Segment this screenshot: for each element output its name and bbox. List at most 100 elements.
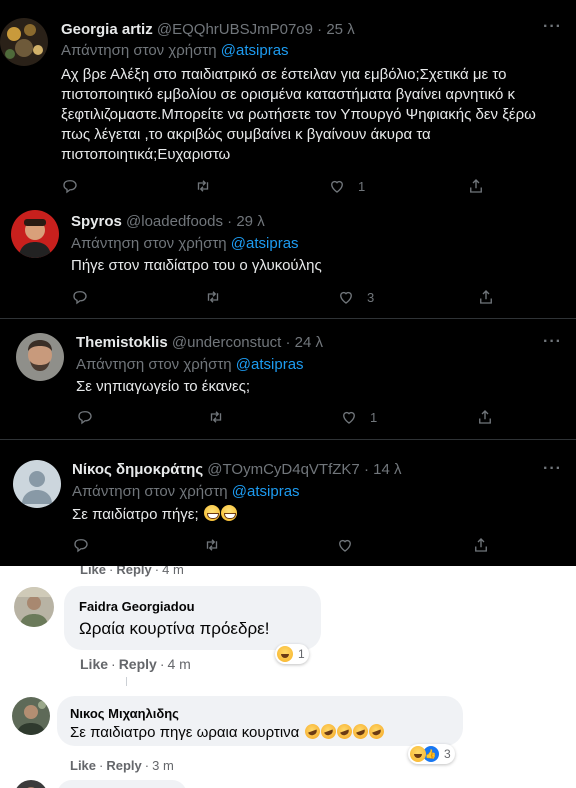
author-handle[interactable]: @underconstuct [172,334,281,351]
separator-dot: · [363,461,369,478]
avatar[interactable] [16,333,64,381]
retweet-icon [210,411,222,423]
reply-link[interactable]: Reply [116,566,151,577]
reply-button[interactable] [61,177,79,195]
separator-dot: · [285,334,291,351]
like-link[interactable]: Like [80,656,108,672]
more-options-icon[interactable]: ··· [543,460,562,478]
tweet-4[interactable]: Νίκος δημοκράτης @TOymCyD4qVTfZK7 · 14 λ… [0,440,576,566]
reply-link[interactable]: Reply [119,656,157,672]
reply-button[interactable] [71,288,89,306]
reply-icon [78,411,92,425]
tweet-text: Πήγε στον παιδίατρο του ο γλυκούλης [71,257,322,274]
comment-text: Σε παιδιατρο πηγε ωραια κουρτινα [70,721,386,742]
heart-icon [343,411,355,424]
default-avatar-icon[interactable] [13,460,61,508]
tweet-text: Σε νηπιαγωγείο το έκανες; [76,378,251,395]
reply-context: Απάντηση στον χρήστη @atsipras [72,483,300,500]
comment-time[interactable]: 4 m [167,656,190,672]
rofl-emoji-icon [302,721,322,742]
author-handle[interactable]: @EQQhrUBSJmP07o9 [157,21,313,38]
tweet-3[interactable]: Themistoklis @underconstuct · 24 λ ··· Α… [0,319,576,439]
reply-prefix: Απάντηση στον χρήστη [76,356,232,373]
share-button[interactable] [472,536,490,554]
comment-time[interactable]: 4 m [162,566,184,577]
avatar[interactable] [14,587,54,627]
timestamp[interactable]: 24 λ [295,334,323,351]
share-icon [475,538,487,552]
mention-link[interactable]: @atsipras [232,483,300,500]
separator-dot: · [227,213,233,230]
rofl-emoji-icon [318,721,338,742]
like-link[interactable]: Like [80,566,106,577]
like-button[interactable]: 3 [337,288,374,306]
reply-link[interactable]: Reply [106,758,141,773]
heart-icon [340,291,352,304]
reaction-summary[interactable]: 👍 3 [408,744,455,764]
avatar[interactable] [14,780,48,788]
tweet-text-line: πως λέγεται ,το ακριβώς συμβαίνει κ βγαί… [61,126,431,143]
separator-dot: · [144,758,150,773]
author-handle[interactable]: @TOymCyD4qVTfZK7 [207,461,359,478]
separator-dot: · [111,656,116,672]
retweet-icon [207,291,219,303]
retweet-button[interactable] [194,177,212,195]
heart-icon [339,539,351,552]
reaction-summary[interactable]: 1 [275,644,309,664]
tweet-2[interactable]: Spyros @loadedfoods · 29 λ Απάντηση στον… [0,202,576,318]
like-button[interactable] [336,536,366,554]
author-name[interactable]: Spyros [71,213,122,230]
like-link[interactable]: Like [70,758,96,773]
grinning-emoji-icon [220,505,237,521]
comment-bubble [57,780,187,788]
commenter-name[interactable]: Νικος Μιχαηλιδης [70,706,179,721]
author-handle[interactable]: @loadedfoods [126,213,223,230]
comment-bubble: Faidra Georgiadou Ωραία κουρτίνα πρόεδρε… [64,586,321,650]
mention-link[interactable]: @atsipras [231,235,299,252]
haha-reaction-icon [410,746,426,762]
tweet-text-line: Αχ βρε Αλέξη στο παιδιατρικό σε έστειλαν… [61,66,507,83]
share-button[interactable] [467,177,485,195]
avatar[interactable] [11,210,59,258]
timestamp[interactable]: 25 λ [326,21,354,38]
more-options-icon[interactable]: ··· [543,18,562,36]
timestamp[interactable]: 14 λ [373,461,401,478]
tweet-text-content: Σε παιδίατρο πήγε; [72,506,199,523]
retweet-icon [197,180,209,192]
separator-dot: · [99,758,104,773]
share-button[interactable] [476,408,494,426]
tweet-actions [72,536,502,556]
retweet-button[interactable] [203,536,221,554]
like-count: 1 [370,409,378,425]
reply-context: Απάντηση στον χρήστη @atsipras [76,356,304,373]
tweet-1[interactable]: Georgia artiz @EQQhrUBSJmP07o9 · 25 λ ··… [0,0,576,202]
comment-time[interactable]: 3 m [152,758,174,773]
author-name[interactable]: Georgia artiz [61,21,153,38]
like-button[interactable]: 1 [328,177,365,195]
retweet-button[interactable] [207,408,225,426]
retweet-icon [206,539,218,551]
reply-button[interactable] [76,408,94,426]
rofl-emoji-icon [334,721,354,742]
share-icon [470,179,482,193]
author-name[interactable]: Νίκος δημοκράτης [72,461,203,478]
more-options-icon[interactable]: ··· [543,333,562,351]
commenter-name[interactable]: Faidra Georgiadou [79,599,195,614]
reply-button[interactable] [72,536,90,554]
separator-dot: · [159,656,165,672]
tweet-text-line: πιστοποιητικό εμβολίου σε ορισμένα κατασ… [61,86,516,103]
comment-meta: Like · Reply · 3 m [70,758,174,773]
reply-prefix: Απάντηση στον χρήστη [71,235,227,252]
reply-prefix: Απάντηση στον χρήστη [61,42,217,59]
mention-link[interactable]: @atsipras [221,42,289,59]
reply-context: Απάντηση στον χρήστη @atsipras [71,235,299,252]
avatar[interactable] [12,697,50,735]
retweet-button[interactable] [204,288,222,306]
mention-link[interactable]: @atsipras [236,356,304,373]
reply-icon [74,539,88,553]
share-button[interactable] [477,288,495,306]
avatar[interactable] [0,18,48,66]
timestamp[interactable]: 29 λ [236,213,264,230]
like-button[interactable]: 1 [340,408,377,426]
author-name[interactable]: Themistoklis [76,334,168,351]
